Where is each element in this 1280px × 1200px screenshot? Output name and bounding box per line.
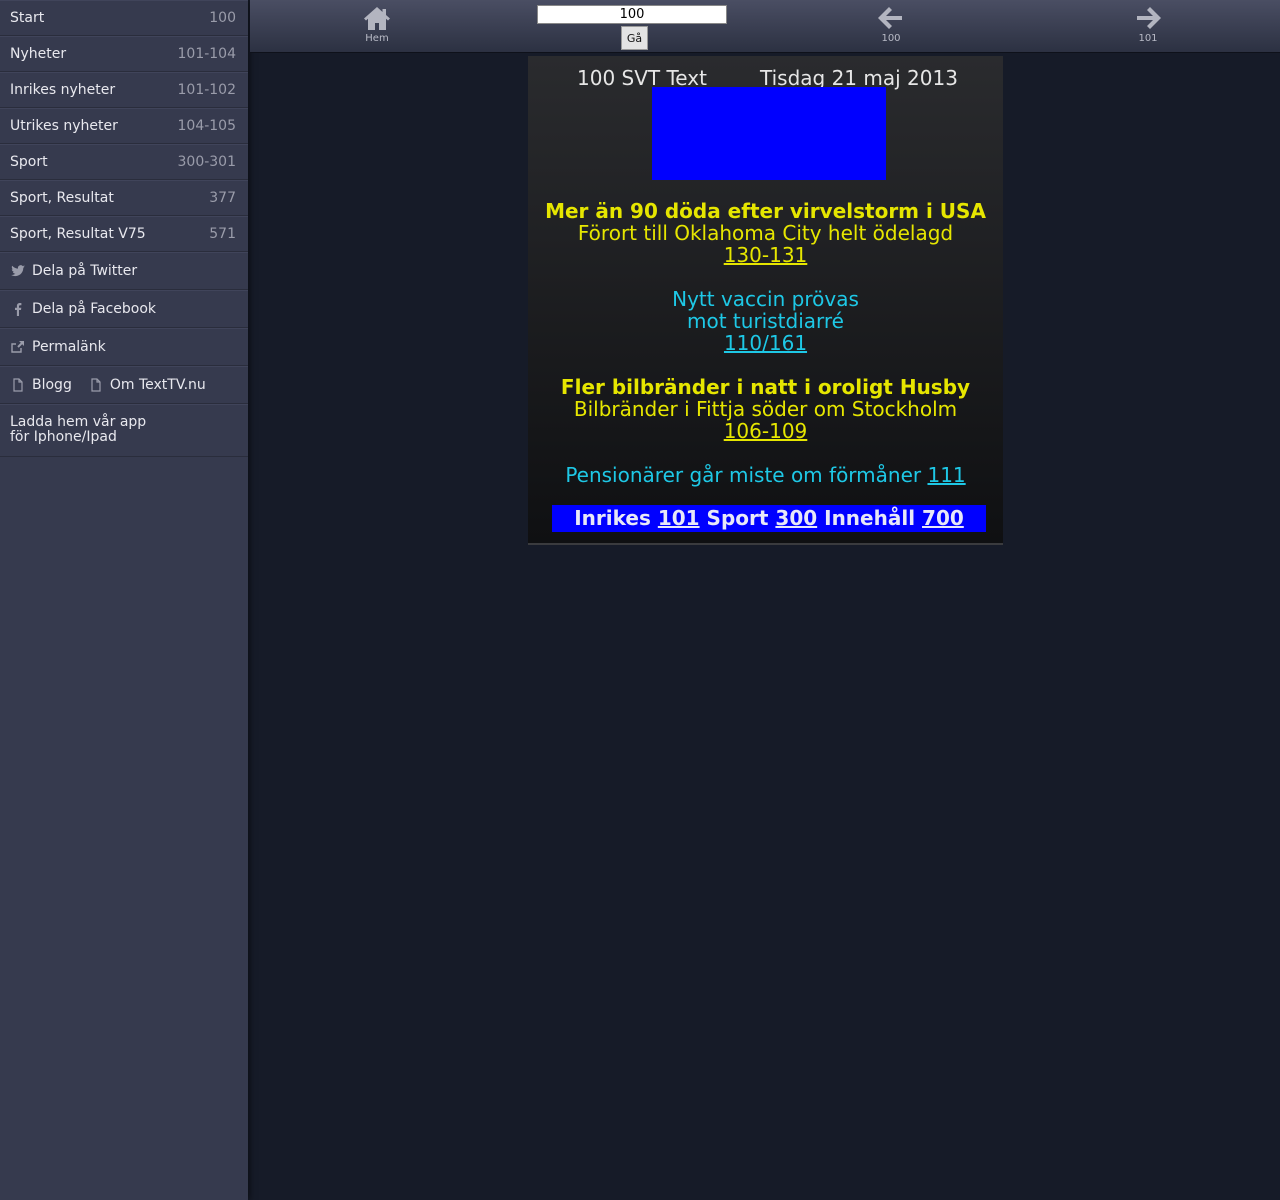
home-label: Hem	[365, 33, 389, 44]
news-subheadline: Bilbränder i Fittja söder om Stockholm	[573, 397, 958, 421]
share-facebook-link[interactable]: Dela på Facebook	[0, 290, 248, 328]
sidebar-item-label: Nyheter	[10, 46, 67, 62]
sidebar-item-page-number: 377	[209, 190, 236, 206]
sidebar-item-label: Sport, Resultat	[10, 190, 114, 206]
facebook-icon	[10, 301, 26, 317]
share-arrow-icon	[10, 339, 26, 355]
sidebar: Start 100 Nyheter 101-104 Inrikes nyhete…	[0, 0, 248, 1200]
news-link-row: 110/161	[528, 332, 1003, 354]
page-number-input[interactable]	[537, 5, 727, 24]
news-link-row: 106-109	[528, 420, 1003, 442]
permalink-link[interactable]: Permalänk	[0, 328, 248, 366]
arrow-right-icon	[1137, 7, 1161, 29]
footer-label: Inrikes	[574, 506, 651, 530]
sidebar-links-row: Blogg Om TextTV.nu	[0, 366, 248, 404]
news-page-link[interactable]: 110/161	[724, 331, 807, 355]
news-page-link[interactable]: 106-109	[724, 419, 808, 443]
prev-page-label: 100	[881, 33, 901, 44]
news-row: Pensionärer går miste om förmåner 111	[528, 464, 1003, 486]
footer-label: Sport	[706, 506, 769, 530]
news-page-link[interactable]: 130-131	[724, 243, 808, 267]
twitter-icon	[10, 263, 26, 279]
download-app-line2: för Iphone/Ipad	[10, 429, 117, 445]
document-icon	[10, 377, 26, 393]
sidebar-item-sport[interactable]: Sport 300-301	[0, 144, 248, 180]
news-subheadline: Förort till Oklahoma City helt ödelagd	[577, 221, 954, 245]
go-button[interactable]: Gå	[621, 26, 648, 50]
sidebar-item-page-number: 104-105	[177, 118, 237, 134]
sidebar-item-label: Sport	[10, 154, 48, 170]
news-headline: Mer än 90 döda efter virvelstorm i USA	[545, 199, 986, 223]
news-link-row: 130-131	[528, 244, 1003, 266]
sidebar-item-label: Sport, Resultat V75	[10, 226, 146, 242]
news-headline: Nytt vaccin prövas	[672, 287, 859, 311]
sidebar-item-label: Inrikes nyheter	[10, 82, 116, 98]
news-headline: Fler bilbränder i natt i oroligt Husby	[560, 375, 971, 399]
share-facebook-label: Dela på Facebook	[32, 301, 157, 317]
sidebar-item-nyheter[interactable]: Nyheter 101-104	[0, 36, 248, 72]
footer-innehall-link[interactable]: 700	[922, 506, 964, 530]
prev-page-button[interactable]: 100	[861, 4, 921, 44]
footer-sport-link[interactable]: 300	[775, 506, 817, 530]
footer-inrikes-link[interactable]: 101	[658, 506, 700, 530]
sidebar-item-page-number: 300-301	[177, 154, 237, 170]
blog-label: Blogg	[32, 377, 72, 393]
sidebar-item-page-number: 571	[209, 226, 236, 242]
home-icon	[364, 7, 390, 30]
blog-link[interactable]: Blogg	[10, 377, 72, 393]
document-icon	[88, 377, 104, 393]
news-page-link[interactable]: 111	[927, 463, 965, 487]
news-headline: Pensionärer går miste om förmåner	[565, 463, 922, 487]
footer-label: Innehåll	[824, 506, 916, 530]
about-link[interactable]: Om TextTV.nu	[88, 377, 206, 393]
footer-nav-bar: Inrikes 101 Sport 300 Innehåll 700	[552, 505, 986, 532]
download-app-link[interactable]: Ladda hem vår app för Iphone/Ipad	[0, 404, 248, 457]
arrow-left-icon	[878, 7, 902, 29]
news-headline: mot turistdiarré	[687, 309, 844, 333]
about-label: Om TextTV.nu	[109, 377, 206, 393]
top-toolbar: Hem Gå 100 101	[250, 0, 1280, 53]
sidebar-item-sport-resultat[interactable]: Sport, Resultat 377	[0, 180, 248, 216]
share-twitter-link[interactable]: Dela på Twitter	[0, 252, 248, 290]
sidebar-item-page-number: 101-102	[177, 82, 237, 98]
svt-logo-block	[652, 87, 886, 180]
teletext-page: 100 SVT Text Tisdag 21 maj 2013 Mer än 9…	[528, 56, 1003, 545]
next-page-button[interactable]: 101	[1118, 4, 1178, 44]
permalink-label: Permalänk	[32, 339, 106, 355]
sidebar-item-page-number: 101-104	[177, 46, 237, 62]
sidebar-item-label: Utrikes nyheter	[10, 118, 118, 134]
sidebar-item-utrikes[interactable]: Utrikes nyheter 104-105	[0, 108, 248, 144]
sidebar-item-inrikes[interactable]: Inrikes nyheter 101-102	[0, 72, 248, 108]
home-button[interactable]: Hem	[347, 4, 407, 44]
next-page-label: 101	[1138, 33, 1158, 44]
sidebar-item-start[interactable]: Start 100	[0, 0, 248, 36]
share-twitter-label: Dela på Twitter	[32, 263, 138, 279]
download-app-line1: Ladda hem vår app	[10, 414, 147, 430]
sidebar-item-sport-resultat-v75[interactable]: Sport, Resultat V75 571	[0, 216, 248, 252]
sidebar-item-label: Start	[10, 10, 45, 26]
sidebar-item-page-number: 100	[209, 10, 236, 26]
